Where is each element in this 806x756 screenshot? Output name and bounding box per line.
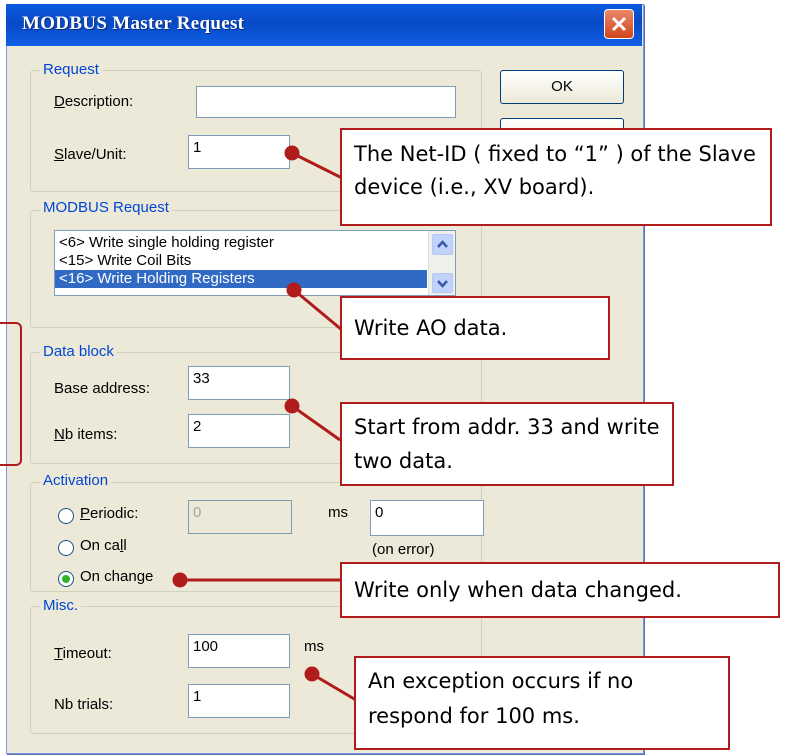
connector-dot (304, 666, 320, 682)
connector-dot (284, 145, 300, 161)
connector-dot (286, 282, 302, 298)
callout-write-ao: Write AO data. (340, 296, 610, 360)
connector-dot (172, 572, 188, 588)
callout-start-addr: Start from addr. 33 and write two data. (340, 402, 674, 486)
callout-exception: An exception occurs if no respond for 10… (354, 656, 730, 750)
callout-connectors (172, 145, 357, 702)
connector-dot (284, 398, 300, 414)
callout-net-id: The Net-ID ( fixed to “1” ) of the Slave… (340, 128, 772, 226)
callout-write-change: Write only when data changed. (340, 562, 780, 618)
